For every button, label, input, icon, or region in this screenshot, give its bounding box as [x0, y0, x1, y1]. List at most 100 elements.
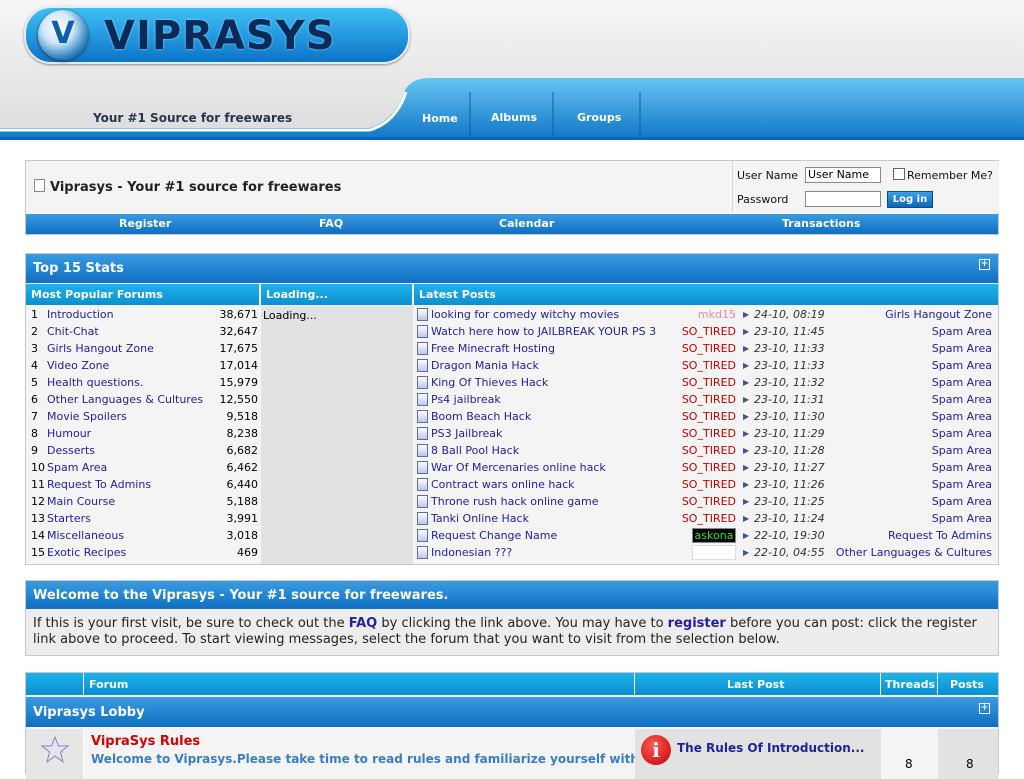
post-forum-link[interactable]: Girls Hangout Zone: [885, 308, 992, 321]
post-forum-link[interactable]: Spam Area: [932, 495, 992, 508]
forum-post-count: 32,647: [219, 325, 259, 338]
post-forum-link[interactable]: Spam Area: [932, 359, 992, 372]
last-post-column-header: Last Post: [635, 673, 881, 695]
last-post-cell: i The Rules Of Introduction...: [635, 729, 881, 779]
post-title-link[interactable]: King Of Thieves Hack: [431, 376, 548, 389]
forum-header-label: Forum: [89, 678, 129, 691]
post-author[interactable]: SO_TIRED: [674, 495, 736, 508]
forum-link[interactable]: Miscellaneous: [47, 529, 124, 542]
post-author[interactable]: [692, 545, 736, 560]
post-author[interactable]: SO_TIRED: [674, 393, 736, 406]
post-forum-link[interactable]: Spam Area: [932, 427, 992, 440]
post-forum-link[interactable]: Spam Area: [932, 444, 992, 457]
nav-albums[interactable]: Albums: [491, 111, 537, 124]
forum-link[interactable]: Humour: [47, 427, 91, 440]
post-forum-link[interactable]: Spam Area: [932, 512, 992, 525]
post-author[interactable]: askona: [692, 528, 736, 543]
forum-rank: 4: [31, 359, 38, 372]
nav-calendar[interactable]: Calendar: [499, 217, 554, 230]
post-author[interactable]: mkd15: [674, 308, 736, 321]
post-author[interactable]: SO_TIRED: [674, 461, 736, 474]
post-time: 22-10, 19:30: [754, 529, 825, 542]
post-icon: [417, 308, 428, 321]
forum-link[interactable]: Girls Hangout Zone: [47, 342, 154, 355]
arrow-icon: ▶: [743, 548, 750, 557]
post-title-link[interactable]: Dragon Mania Hack: [431, 359, 539, 372]
post-forum-link[interactable]: Spam Area: [932, 325, 992, 338]
post-author[interactable]: SO_TIRED: [674, 325, 736, 338]
post-title-link[interactable]: looking for comedy witchy movies: [431, 308, 619, 321]
nav-groups[interactable]: Groups: [577, 111, 621, 124]
nav-register[interactable]: Register: [119, 217, 171, 230]
post-forum-link[interactable]: Spam Area: [932, 393, 992, 406]
post-forum-link[interactable]: Spam Area: [932, 461, 992, 474]
post-author[interactable]: SO_TIRED: [674, 342, 736, 355]
post-time: 23-10, 11:26: [754, 478, 825, 491]
register-link[interactable]: register: [668, 616, 726, 631]
forum-link[interactable]: Video Zone: [47, 359, 109, 372]
category-viprasys-lobby[interactable]: Viprasys Lobby +: [26, 697, 998, 727]
forum-title-link[interactable]: VipraSys Rules: [91, 734, 200, 749]
forum-link[interactable]: Introduction: [47, 308, 114, 321]
post-forum-link[interactable]: Other Languages & Cultures: [836, 546, 992, 559]
threads-cell: 8: [881, 729, 938, 779]
faq-link[interactable]: FAQ: [349, 616, 378, 631]
post-icon: [417, 529, 428, 542]
nav-transactions[interactable]: Transactions: [782, 217, 860, 230]
post-title-link[interactable]: Ps4 jailbreak: [431, 393, 501, 406]
nav-faq[interactable]: FAQ: [319, 217, 343, 230]
post-forum-link[interactable]: Spam Area: [932, 478, 992, 491]
site-logo[interactable]: V VIPRASYS: [24, 6, 410, 64]
post-time: 23-10, 11:45: [754, 325, 825, 338]
post-forum-link[interactable]: Spam Area: [932, 410, 992, 423]
forum-link[interactable]: Other Languages & Cultures: [47, 393, 203, 406]
last-post-link[interactable]: The Rules Of Introduction...: [677, 741, 864, 755]
post-author[interactable]: SO_TIRED: [674, 427, 736, 440]
nav-home[interactable]: Home: [422, 112, 458, 125]
post-time: 23-10, 11:33: [754, 342, 825, 355]
forum-link[interactable]: Main Course: [47, 495, 115, 508]
site-header: V VIPRASYS Your #1 Source for freewares …: [0, 0, 1024, 150]
forum-link[interactable]: Request To Admins: [47, 478, 151, 491]
collapse-icon[interactable]: +: [979, 703, 990, 714]
forum-link[interactable]: Chit-Chat: [47, 325, 99, 338]
post-forum-link[interactable]: Spam Area: [932, 342, 992, 355]
post-author[interactable]: SO_TIRED: [674, 410, 736, 423]
post-title-link[interactable]: Contract wars online hack: [431, 478, 574, 491]
remember-checkbox[interactable]: [893, 168, 905, 180]
post-forum-link[interactable]: Request To Admins: [888, 529, 992, 542]
post-time: 23-10, 11:24: [754, 512, 825, 525]
post-author[interactable]: SO_TIRED: [674, 376, 736, 389]
forum-link[interactable]: Desserts: [47, 444, 95, 457]
post-author[interactable]: SO_TIRED: [674, 444, 736, 457]
post-title-link[interactable]: Tanki Online Hack: [431, 512, 529, 525]
collapse-icon[interactable]: +: [979, 259, 990, 270]
post-title-link[interactable]: PS3 Jailbreak: [431, 427, 502, 440]
post-title-link[interactable]: Request Change Name: [431, 529, 557, 542]
latest-post-row: PS3 Jailbreak SO_TIRED ▶ 23-10, 11:29 Spam A…: [414, 425, 998, 442]
forum-link[interactable]: Spam Area: [47, 461, 107, 474]
forum-link[interactable]: Health questions.: [47, 376, 143, 389]
post-title-link[interactable]: Watch here how to JAILBREAK YOUR PS 3: [431, 325, 656, 338]
post-author[interactable]: SO_TIRED: [674, 478, 736, 491]
forum-post-count: 9,518: [226, 410, 259, 423]
post-title-link[interactable]: Boom Beach Hack: [431, 410, 531, 423]
loading-text: Loading...: [263, 309, 317, 322]
forum-link[interactable]: Movie Spoilers: [47, 410, 127, 423]
password-input[interactable]: [805, 191, 881, 207]
welcome-text-2: by clicking the link above. You may have…: [377, 616, 668, 631]
threads-column-header: Threads: [881, 673, 938, 695]
post-forum-link[interactable]: Spam Area: [932, 376, 992, 389]
post-author[interactable]: SO_TIRED: [674, 512, 736, 525]
post-title-link[interactable]: Throne rush hack online game: [431, 495, 599, 508]
post-title-link[interactable]: Free Minecraft Hosting: [431, 342, 555, 355]
forum-link[interactable]: Starters: [47, 512, 91, 525]
post-author[interactable]: SO_TIRED: [674, 359, 736, 372]
post-title-link[interactable]: Indonesian ???: [431, 546, 512, 559]
post-title-link[interactable]: 8 Ball Pool Hack: [431, 444, 519, 457]
login-button[interactable]: Log in: [887, 191, 933, 208]
forum-link[interactable]: Exotic Recipes: [47, 546, 126, 559]
post-title-link[interactable]: War Of Mercenaries online hack: [431, 461, 606, 474]
username-input[interactable]: User Name: [805, 167, 881, 183]
post-icon: [417, 427, 428, 440]
